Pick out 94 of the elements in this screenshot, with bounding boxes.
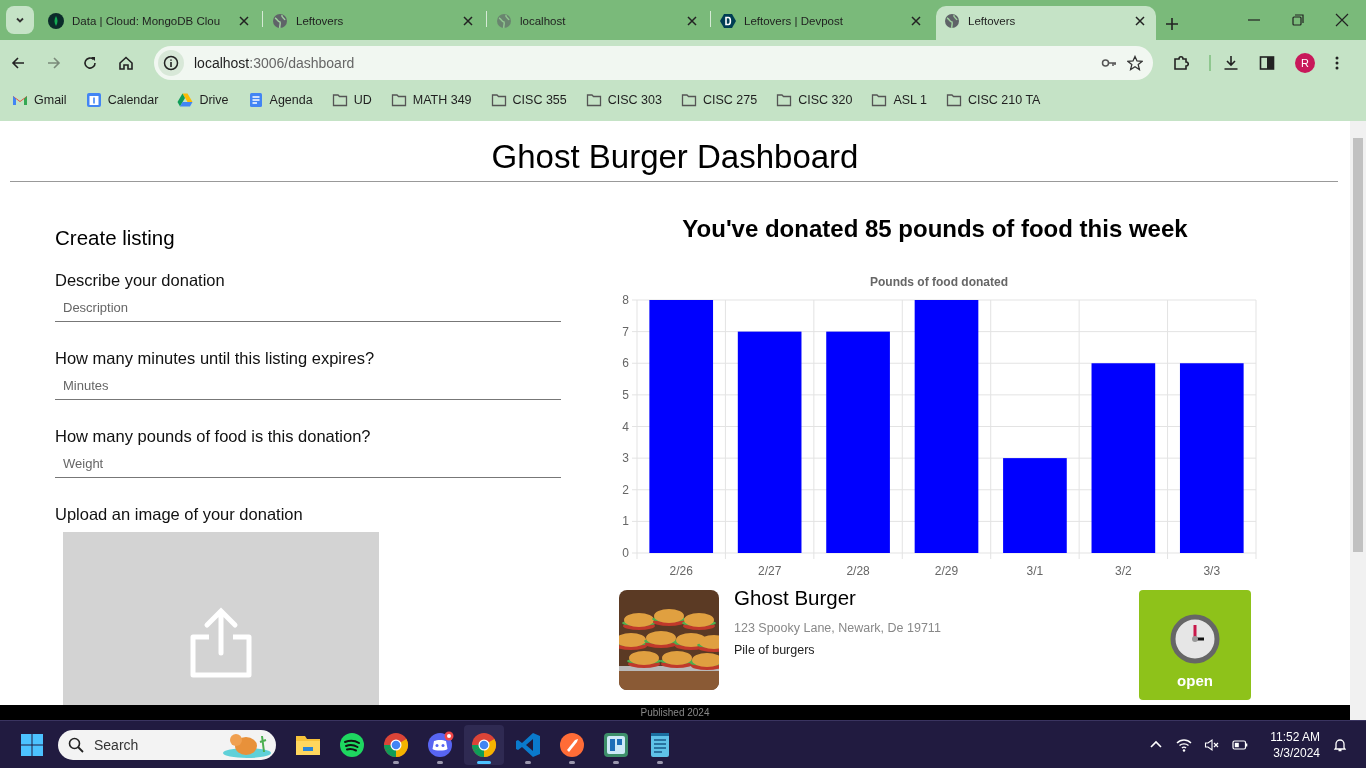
x-tick-label: 3/1 [1026, 564, 1044, 578]
y-tick-label: 6 [622, 356, 629, 371]
folder-icon [490, 92, 507, 108]
bookmark[interactable]: CISC 275 [680, 92, 758, 108]
y-tick-label: 0 [622, 546, 629, 560]
forward-icon[interactable] [46, 54, 62, 71]
browser-tab[interactable]: Data | Cloud: MongoDB Clou [40, 6, 260, 40]
input-field[interactable]: Minutes [55, 368, 561, 400]
game-controller-icon[interactable] [426, 730, 454, 759]
folder-icon [585, 92, 602, 108]
restaurant-address: 123 Spooky Lane, Newark, De 19711 [734, 621, 941, 635]
bookmark[interactable]: CISC 320 [776, 92, 853, 108]
folder-icon [776, 92, 793, 108]
hexagon-icon [720, 13, 736, 29]
globe-icon [944, 13, 960, 29]
side-panel-icon[interactable] [1259, 54, 1275, 71]
footer-text: Published 2024 [640, 707, 710, 718]
field-label: How many pounds of food is this donation? [55, 426, 371, 446]
document-icon [247, 92, 264, 108]
y-tick-label: 2 [622, 482, 629, 497]
bookmark[interactable]: Drive [177, 92, 229, 108]
folder-icon [390, 92, 407, 108]
leaf-icon [48, 13, 64, 29]
star-icon[interactable] [1127, 54, 1143, 71]
bookmark[interactable]: Agenda [247, 92, 313, 108]
restaurant-name: Ghost Burger [734, 585, 856, 611]
bookmark[interactable]: CISC 355 [490, 92, 567, 108]
field-label: Describe your donation [55, 270, 225, 290]
scrollbar-thumb[interactable] [1353, 138, 1363, 552]
back-icon[interactable] [10, 54, 26, 71]
y-tick-label: 4 [622, 419, 629, 434]
puzzle-icon[interactable] [1173, 54, 1189, 71]
x-tick-label: 3/2 [1115, 564, 1132, 578]
y-tick-label: 7 [622, 324, 629, 339]
start-icon[interactable] [20, 732, 44, 757]
clock-icon [1170, 614, 1220, 664]
field-label: How many minutes until this listing expires? [55, 348, 375, 368]
close-icon[interactable] [1334, 12, 1350, 28]
download-icon[interactable] [1223, 54, 1239, 71]
bookmark[interactable]: ASL 1 [871, 92, 927, 108]
browser-tab[interactable]: Leftovers | Devpost [712, 6, 932, 40]
listing-description: Pile of burgers [734, 643, 815, 657]
board-icon[interactable] [602, 730, 630, 759]
wifi-icon[interactable] [1176, 736, 1193, 753]
y-tick-label: 8 [622, 293, 629, 307]
folder-icon [871, 92, 888, 108]
folder-icon [680, 92, 697, 108]
browser-icon[interactable] [470, 730, 498, 759]
y-tick-label: 1 [622, 514, 629, 529]
bookmark[interactable]: CISC 303 [585, 92, 662, 108]
page-title: Ghost Burger Dashboard [490, 137, 860, 177]
restore-icon[interactable] [1290, 12, 1306, 28]
address-bar[interactable]: localhost:3006/dashboard [154, 45, 1153, 80]
bookmark[interactable]: MATH 349 [390, 92, 472, 108]
clock[interactable]: 11:52 AM 3/3/2024 [1270, 728, 1320, 761]
x-tick-label: 2/29 [934, 564, 959, 578]
bookmark[interactable]: Gmail [12, 92, 67, 108]
triangle-icon [177, 92, 194, 108]
bookmark[interactable]: UD [331, 92, 372, 108]
input-field[interactable]: Description [55, 290, 561, 322]
search-field[interactable]: Search [58, 729, 276, 760]
globe-icon [272, 13, 288, 29]
muted-speaker-icon[interactable] [1204, 736, 1221, 753]
form-heading: Create listing [55, 226, 175, 250]
x-tick-label: 3/3 [1203, 564, 1221, 578]
code-editor-icon[interactable] [514, 730, 542, 759]
input-field[interactable]: Weight [55, 446, 561, 478]
bookmark[interactable]: Calendar [85, 92, 159, 108]
bell-icon[interactable] [1332, 736, 1348, 753]
x-tick-label: 2/27 [757, 564, 782, 578]
search-icon [68, 736, 84, 753]
folder-icon [331, 92, 348, 108]
folder-icon [945, 92, 962, 108]
chart-title: Pounds of food donated [870, 275, 1008, 289]
calendar-icon [85, 92, 102, 108]
x-tick-label: 2/26 [669, 564, 693, 578]
home-icon[interactable] [118, 54, 134, 71]
y-tick-label: 5 [622, 387, 629, 402]
donation-summary: You've donated 85 pounds of food this week [682, 214, 1188, 244]
browser-tab[interactable]: Leftovers [264, 6, 484, 40]
browser-tab[interactable]: localhost [488, 6, 708, 40]
field-label: Upload an image of your donation [55, 504, 303, 524]
y-tick-label: 3 [622, 451, 629, 466]
bookmark[interactable]: CISC 210 TA [945, 92, 1041, 108]
info-icon[interactable] [163, 54, 179, 71]
x-tick-label: 2/28 [846, 564, 870, 578]
browser-icon[interactable] [382, 730, 410, 759]
reload-icon[interactable] [82, 54, 98, 71]
globe-icon [496, 13, 512, 29]
browser-tab[interactable]: Leftovers [936, 6, 1156, 40]
profile-avatar[interactable]: R [1295, 52, 1315, 73]
plus-icon[interactable] [1164, 16, 1180, 32]
url-text: localhost:3006/dashboard [194, 54, 356, 71]
sound-waves-icon[interactable] [338, 730, 366, 759]
